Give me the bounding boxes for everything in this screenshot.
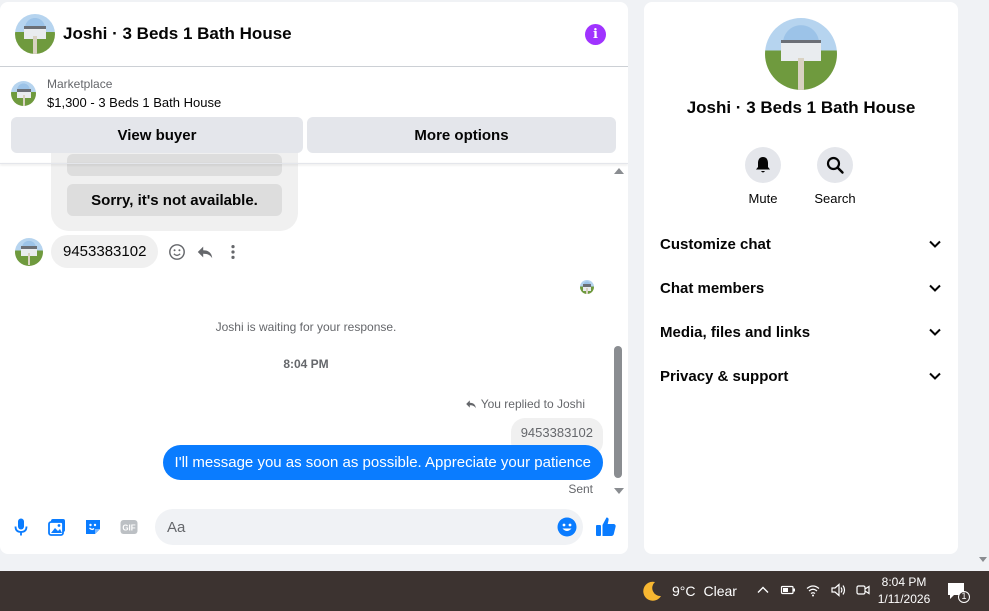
chevron-down-icon: [929, 240, 941, 248]
reply-context: You replied to Joshi: [465, 397, 585, 411]
chevron-down-icon: [929, 328, 941, 336]
emoji-icon[interactable]: [557, 517, 577, 537]
chat-window: Joshi · 3 Beds 1 Bath House i Marketplac…: [0, 2, 628, 554]
sticker-icon[interactable]: [83, 517, 103, 537]
search-label: Search: [814, 191, 856, 206]
more-options-button[interactable]: More options: [307, 117, 616, 153]
section-privacy-support[interactable]: Privacy & support: [644, 358, 958, 394]
outgoing-message[interactable]: I'll message you as soon as possible. Ap…: [162, 445, 603, 480]
thumbs-up-icon[interactable]: [594, 515, 618, 539]
chat-scrollbar[interactable]: [612, 168, 624, 494]
scroll-thumb[interactable]: [614, 346, 622, 478]
taskbar: 9°C Clear 8:04 PM 1/11/2026 1: [0, 571, 989, 611]
quick-reply-clipped[interactable]: [67, 154, 282, 176]
svg-text:GIF: GIF: [122, 524, 135, 533]
reply-icon[interactable]: [196, 243, 214, 261]
seen-avatar: [580, 280, 594, 294]
waiting-notice: Joshi is waiting for your response.: [215, 320, 397, 334]
message-timestamp: 8:04 PM: [283, 357, 329, 371]
scroll-down-arrow[interactable]: [614, 488, 624, 494]
notification-button[interactable]: 1: [946, 581, 970, 603]
marketplace-label: Marketplace: [47, 77, 113, 91]
weather-temperature: 9°C: [672, 583, 696, 599]
battery-icon[interactable]: [780, 582, 796, 598]
search-icon: [826, 156, 844, 174]
message-input[interactable]: [155, 509, 535, 545]
section-label: Media, files and links: [660, 323, 811, 341]
search-button[interactable]: Search: [805, 147, 865, 206]
incoming-message-row: 9453383102: [15, 235, 242, 268]
section-chat-members[interactable]: Chat members: [644, 270, 958, 306]
listing-title: $1,300 - 3 Beds 1 Bath House: [47, 95, 222, 110]
chevron-up-icon[interactable]: [755, 582, 771, 598]
chat-title[interactable]: Joshi · 3 Beds 1 Bath House: [63, 24, 292, 44]
taskbar-clock[interactable]: 8:04 PM 1/11/2026: [873, 574, 935, 608]
composer: GIF: [0, 507, 628, 547]
section-media-files-links[interactable]: Media, files and links: [644, 314, 958, 350]
react-icon[interactable]: [168, 243, 186, 261]
info-icon[interactable]: i: [585, 24, 606, 45]
page-scroll-down-arrow[interactable]: [979, 557, 987, 562]
chevron-down-icon: [929, 372, 941, 380]
clock-time: 8:04 PM: [881, 575, 927, 589]
panel-avatar[interactable]: [765, 18, 837, 90]
notification-count: 1: [961, 591, 967, 601]
system-tray: [755, 582, 871, 598]
reply-small-icon: [465, 400, 476, 409]
marketplace-listing[interactable]: Marketplace $1,300 - 3 Beds 1 Bath House: [11, 77, 221, 110]
message-input-box: [155, 509, 583, 545]
more-icon[interactable]: [224, 243, 242, 261]
weather-condition: Clear: [703, 583, 737, 599]
view-buyer-button[interactable]: View buyer: [11, 117, 303, 153]
section-label: Customize chat: [660, 235, 771, 253]
sender-avatar[interactable]: [15, 237, 43, 266]
reply-context-label: You replied to Joshi: [480, 397, 585, 411]
incoming-message[interactable]: 9453383102: [51, 235, 159, 268]
section-customize-chat[interactable]: Customize chat: [644, 226, 958, 262]
divider: [0, 163, 628, 164]
gif-icon[interactable]: GIF: [119, 517, 139, 537]
section-label: Chat members: [660, 279, 765, 297]
chat-header: Joshi · 3 Beds 1 Bath House i: [0, 2, 628, 67]
chevron-down-icon: [929, 284, 941, 292]
bell-icon: [756, 157, 770, 173]
section-label: Privacy & support: [660, 367, 789, 385]
wifi-icon[interactable]: [805, 582, 821, 598]
photo-icon[interactable]: [47, 517, 67, 537]
speaker-icon[interactable]: [830, 582, 846, 598]
scroll-up-arrow[interactable]: [614, 168, 624, 174]
meet-now-icon[interactable]: [855, 582, 871, 598]
chat-info-panel: Joshi · 3 Beds 1 Bath House Mute Search …: [644, 2, 958, 554]
message-status: Sent: [568, 482, 593, 496]
mute-button[interactable]: Mute: [733, 147, 793, 206]
mute-label: Mute: [748, 191, 778, 206]
quick-reply-button[interactable]: Sorry, it's not available.: [67, 184, 282, 216]
listing-avatar[interactable]: [15, 14, 55, 54]
weather-widget[interactable]: 9°C Clear: [640, 579, 737, 603]
microphone-icon[interactable]: [11, 517, 31, 537]
moon-icon: [643, 581, 661, 601]
clock-date: 1/11/2026: [877, 592, 931, 606]
listing-thumbnail: [11, 81, 36, 106]
panel-name: Joshi · 3 Beds 1 Bath House: [686, 98, 916, 117]
